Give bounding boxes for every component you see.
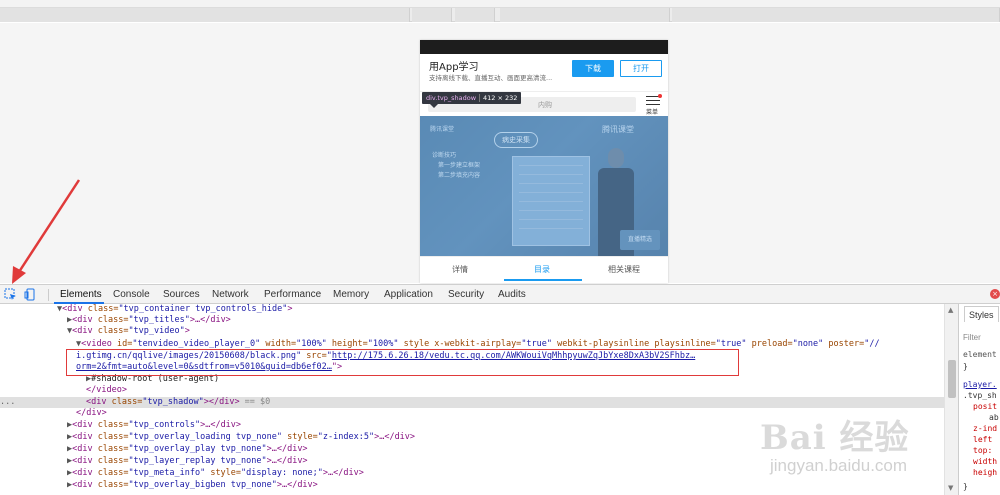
tab-sources[interactable]: Sources <box>163 289 200 300</box>
tab-security[interactable]: Security <box>448 289 484 300</box>
active-tab-indicator <box>504 279 582 281</box>
ruler-segment[interactable] <box>455 8 495 22</box>
dom-node-selected[interactable]: ... <div class="tvp_shadow"></div> == $0 <box>0 397 944 408</box>
status-bar <box>420 40 668 54</box>
expand-triangle-icon[interactable]: ▶ <box>0 480 72 490</box>
media-query-ruler <box>0 8 1000 22</box>
ruler-segment[interactable] <box>0 8 410 22</box>
tab-styles[interactable]: Styles <box>964 306 999 322</box>
tooltip-separator <box>479 94 481 102</box>
scroll-thumb[interactable] <box>948 360 956 398</box>
device-toggle-icon[interactable] <box>24 288 37 301</box>
video-player[interactable]: 腾讯课堂 腾讯课堂 病史采集 诊断技巧 第一步建立框架 第二步填充内容 直播精选 <box>420 116 668 256</box>
expand-triangle-icon[interactable]: ▶ <box>0 420 72 430</box>
ruler-segment[interactable] <box>412 8 452 22</box>
app-download-banner: 用App学习 支持离线下载、直播互动、画面更高清流... 下载 打开 <box>420 54 668 92</box>
expand-triangle-icon[interactable]: ▶ <box>0 468 72 478</box>
tab-performance[interactable]: Performance <box>264 289 321 300</box>
app-title: 用App学习 <box>429 62 479 73</box>
search-row: 内购 div.tvp_shadow 412 × 232 菜单 <box>420 92 668 116</box>
tooltip-arrow <box>430 104 438 108</box>
style-rule: element <box>963 350 997 359</box>
tooltip-size: 412 × 232 <box>483 94 518 102</box>
tooltip-tag: div.tvp_shadow <box>426 94 477 102</box>
ruler-segment[interactable] <box>500 8 670 22</box>
tab-details[interactable]: 详情 <box>452 264 468 275</box>
style-source-link[interactable]: player. <box>963 380 997 390</box>
device-toolbar <box>0 0 1000 8</box>
tab-memory[interactable]: Memory <box>333 289 369 300</box>
tab-network[interactable]: Network <box>212 289 249 300</box>
mobile-page: 用App学习 支持离线下载、直播互动、画面更高清流... 下载 打开 内购 di… <box>420 40 668 283</box>
ruler-segment[interactable] <box>672 8 1000 22</box>
open-button[interactable]: 打开 <box>620 60 662 77</box>
expand-triangle-icon[interactable]: ▶ <box>0 315 72 325</box>
style-rule: } <box>963 362 968 371</box>
element-tooltip: div.tvp_shadow 412 × 232 <box>422 92 522 104</box>
course-tabs: 详情 目录 相关课程 <box>420 256 668 281</box>
expand-triangle-icon[interactable]: ▶ <box>0 456 72 466</box>
devtools-toolbar: Elements Console Sources Network Perform… <box>0 284 1000 304</box>
baidu-jingyan-watermark: Bai 经验 jingyan.baidu.com <box>760 410 980 490</box>
error-icon[interactable]: × <box>990 289 1000 299</box>
collapse-triangle-icon[interactable]: ▼ <box>0 326 72 336</box>
dom-node[interactable]: ▼<div class="tvp_container tvp_controls_… <box>0 304 944 315</box>
inspect-element-icon[interactable] <box>4 288 17 301</box>
styles-filter-input[interactable]: Filter <box>963 333 981 343</box>
dom-node[interactable]: </video> <box>0 385 944 396</box>
style-value[interactable]: ab <box>989 413 999 423</box>
node-options-dots[interactable]: ... <box>0 397 15 408</box>
download-button[interactable]: 下载 <box>572 60 614 77</box>
watermark-logo: Bai 经验 <box>760 418 910 458</box>
scroll-up-icon[interactable]: ▲ <box>948 306 953 314</box>
tvp-shadow-highlight <box>420 116 668 256</box>
tab-audits[interactable]: Audits <box>498 289 526 300</box>
annotation-highlight-box <box>66 349 739 376</box>
style-selector: .tvp_sh <box>963 391 997 400</box>
toolbar-divider <box>48 289 49 301</box>
tab-console[interactable]: Console <box>113 289 150 300</box>
expand-triangle-icon[interactable]: ▶ <box>0 432 72 442</box>
menu-label: 菜单 <box>646 109 659 116</box>
expand-triangle-icon[interactable]: ▶ <box>0 444 72 454</box>
dom-node[interactable]: ▶<div class="tvp_titles">…</div> <box>0 315 944 326</box>
app-subtitle: 支持离线下载、直播互动、画面更高清流... <box>429 74 553 82</box>
collapse-triangle-icon[interactable]: ▼ <box>0 339 81 349</box>
tab-elements[interactable]: Elements <box>60 289 102 300</box>
watermark-url: jingyan.baidu.com <box>770 456 908 475</box>
dom-node[interactable]: ▼<div class="tvp_video"> <box>0 326 944 337</box>
notification-dot <box>658 94 662 98</box>
tab-related-courses[interactable]: 相关课程 <box>608 264 640 275</box>
collapse-triangle-icon[interactable]: ▼ <box>0 304 62 314</box>
tab-catalog[interactable]: 目录 <box>534 264 550 275</box>
tab-application[interactable]: Application <box>384 289 433 300</box>
search-text: 内购 <box>538 101 552 109</box>
